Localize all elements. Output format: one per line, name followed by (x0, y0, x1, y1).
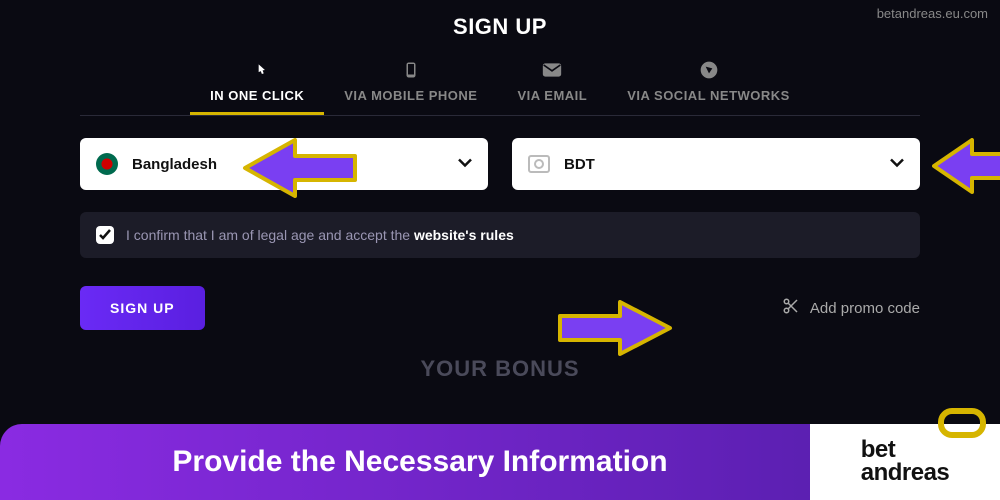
annotation-arrow-icon (555, 300, 675, 356)
rules-link[interactable]: website's rules (414, 227, 514, 243)
signup-button[interactable]: SIGN UP (80, 286, 205, 330)
age-confirm-row[interactable]: I confirm that I am of legal age and acc… (80, 212, 920, 258)
watermark-text: betandreas.eu.com (877, 6, 988, 21)
tab-social[interactable]: VIA SOCIAL NETWORKS (627, 58, 790, 115)
add-promo-link[interactable]: Add promo code (782, 297, 920, 319)
social-icon (697, 58, 721, 82)
currency-select[interactable]: BDT (512, 138, 920, 190)
country-value: Bangladesh (132, 156, 217, 173)
logo-line2: andreas (861, 462, 950, 485)
annotation-arrow-icon (240, 138, 360, 198)
currency-value: BDT (564, 156, 595, 173)
logo-ring-icon (938, 408, 986, 438)
signup-tabs: IN ONE CLICK VIA MOBILE PHONE VIA EMAIL … (0, 58, 1000, 115)
brand-logo: bet andreas (810, 424, 1000, 500)
chevron-down-icon (890, 156, 904, 173)
annotation-arrow-icon (932, 138, 1000, 194)
promo-label: Add promo code (810, 300, 920, 317)
phone-icon (399, 58, 423, 82)
banner-caption: Provide the Necessary Information (0, 424, 840, 500)
tab-label: IN ONE CLICK (210, 88, 304, 103)
tab-label: VIA MOBILE PHONE (344, 88, 477, 103)
chevron-down-icon (458, 156, 472, 173)
bonus-heading: YOUR BONUS (0, 356, 1000, 382)
bottom-banner: Provide the Necessary Information bet an… (0, 424, 1000, 500)
flag-bangladesh-icon (96, 153, 118, 175)
pointer-icon (245, 58, 269, 82)
tab-one-click[interactable]: IN ONE CLICK (210, 58, 304, 115)
checkbox-checked-icon[interactable] (96, 226, 114, 244)
email-icon (540, 58, 564, 82)
tab-label: VIA SOCIAL NETWORKS (627, 88, 790, 103)
tab-email[interactable]: VIA EMAIL (517, 58, 587, 115)
signup-form: Bangladesh BDT I confirm that I am of le… (80, 138, 920, 330)
confirm-text: I confirm that I am of legal age and acc… (126, 227, 514, 243)
tab-mobile[interactable]: VIA MOBILE PHONE (344, 58, 477, 115)
page-title: SIGN UP (0, 0, 1000, 40)
scissors-icon (782, 297, 800, 319)
currency-icon (528, 155, 550, 173)
tab-label: VIA EMAIL (517, 88, 587, 103)
tabs-divider (80, 115, 920, 116)
